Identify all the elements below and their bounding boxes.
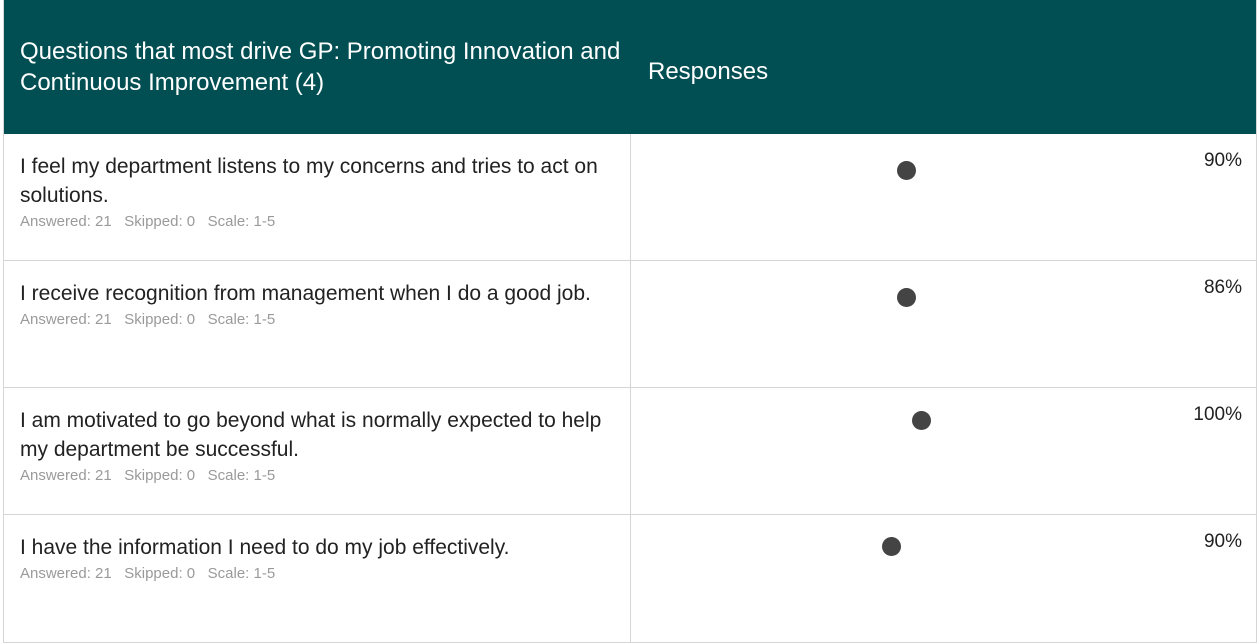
skipped-count: Skipped: 0 [124, 565, 196, 582]
scale-label: Scale: 1-5 [207, 311, 276, 328]
question-text: I have the information I need to do my j… [20, 536, 510, 559]
table-row: I have the information I need to do my j… [4, 515, 1256, 643]
response-cell: 86% [631, 261, 1256, 387]
question-meta: Answered: 21 Skipped: 0 Scale: 1-5 [20, 213, 614, 230]
question-text: I am motivated to go beyond what is norm… [20, 409, 602, 461]
skipped-count: Skipped: 0 [124, 213, 196, 230]
scale-label: Scale: 1-5 [207, 565, 276, 582]
table-header: Questions that most drive GP: Promoting … [4, 0, 1256, 134]
question-cell: I am motivated to go beyond what is norm… [4, 388, 631, 514]
question-text: I receive recognition from management wh… [20, 282, 591, 305]
answered-count: Answered: 21 [20, 467, 112, 484]
table-row: I receive recognition from management wh… [4, 261, 1256, 388]
table-row: I am motivated to go beyond what is norm… [4, 388, 1256, 515]
table-row: I feel my department listens to my conce… [4, 134, 1256, 261]
question-cell: I have the information I need to do my j… [4, 515, 631, 642]
response-cell: 100% [631, 388, 1256, 514]
answered-count: Answered: 21 [20, 311, 112, 328]
question-cell: I feel my department listens to my conce… [4, 134, 631, 260]
question-meta: Answered: 21 Skipped: 0 Scale: 1-5 [20, 565, 614, 582]
question-column-header: Questions that most drive GP: Promoting … [20, 38, 621, 96]
response-cell: 90% [631, 134, 1256, 260]
scale-label: Scale: 1-5 [207, 213, 276, 230]
question-meta: Answered: 21 Skipped: 0 Scale: 1-5 [20, 467, 614, 484]
skipped-count: Skipped: 0 [124, 311, 196, 328]
responses-column-header: Responses [648, 58, 769, 85]
response-percent: 90% [1203, 150, 1242, 171]
response-dot [882, 537, 901, 556]
scale-label: Scale: 1-5 [207, 467, 276, 484]
question-cell: I receive recognition from management wh… [4, 261, 631, 387]
skipped-count: Skipped: 0 [124, 467, 196, 484]
answered-count: Answered: 21 [20, 565, 112, 582]
response-percent: 100% [1193, 404, 1242, 425]
response-percent: 86% [1203, 277, 1242, 298]
questions-table: Questions that most drive GP: Promoting … [3, 0, 1257, 643]
response-cell: 90% [631, 515, 1256, 642]
question-meta: Answered: 21 Skipped: 0 Scale: 1-5 [20, 311, 614, 328]
response-dot [897, 288, 916, 307]
response-dot [897, 161, 916, 180]
question-text: I feel my department listens to my conce… [20, 155, 598, 207]
response-percent: 90% [1203, 531, 1242, 552]
answered-count: Answered: 21 [20, 213, 112, 230]
response-dot [912, 411, 931, 430]
